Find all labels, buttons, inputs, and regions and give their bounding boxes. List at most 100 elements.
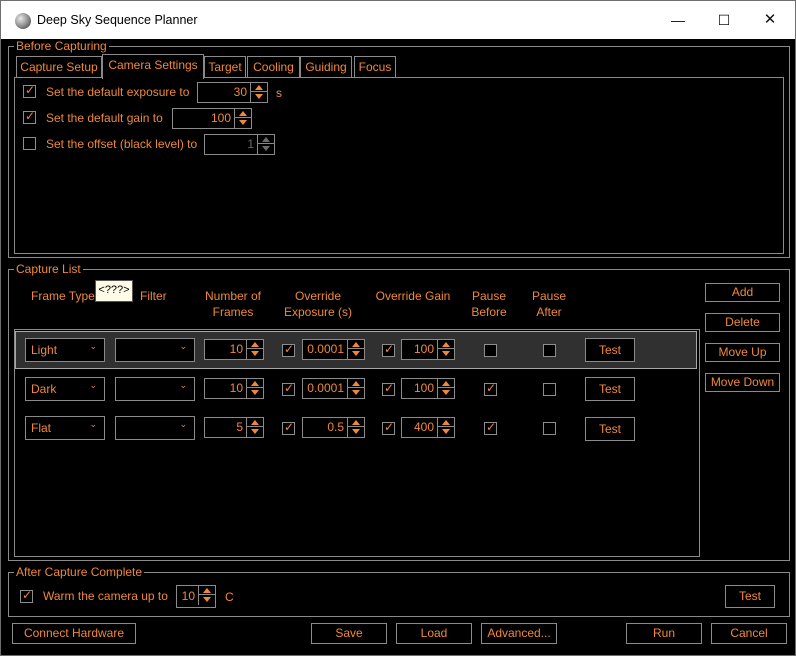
- row-test-button[interactable]: Test: [585, 377, 635, 401]
- chevron-down-icon: ⌄: [89, 420, 97, 430]
- run-button[interactable]: Run: [626, 623, 702, 644]
- spin-down-button[interactable]: [348, 427, 364, 436]
- spin-down-button[interactable]: [258, 144, 274, 153]
- pause-after-checkbox[interactable]: [543, 344, 556, 357]
- checkmark-icon: ✓: [284, 420, 295, 434]
- chevron-down-icon: ⌄: [179, 420, 187, 430]
- frame-count-spinner[interactable]: 10: [204, 339, 264, 360]
- close-button[interactable]: ✕: [747, 1, 793, 39]
- default-exposure-spinner[interactable]: 30: [197, 82, 268, 103]
- spin-down-button[interactable]: [235, 118, 251, 127]
- offset-spinner[interactable]: 1: [204, 134, 275, 155]
- spin-down-button[interactable]: [438, 427, 454, 436]
- spin-down-button[interactable]: [438, 349, 454, 358]
- chevron-up-icon: [251, 381, 259, 386]
- frame-count-spinner[interactable]: 10: [204, 378, 264, 399]
- offset-checkbox[interactable]: [23, 137, 36, 150]
- pause-after-checkbox[interactable]: [543, 422, 556, 435]
- spin-down-button[interactable]: [348, 388, 364, 397]
- minimize-button[interactable]: —: [655, 1, 701, 39]
- spin-down-button[interactable]: [251, 92, 267, 101]
- override-exposure-spinner[interactable]: 0.5: [302, 417, 365, 438]
- override-exposure-value: 0.0001: [307, 381, 344, 395]
- spin-down-button[interactable]: [199, 595, 215, 604]
- maximize-button[interactable]: ☐: [701, 1, 747, 39]
- spin-up-button[interactable]: [438, 379, 454, 388]
- override-exposure-checkbox[interactable]: ✓: [282, 381, 295, 396]
- pause-before-checkbox[interactable]: ✓: [484, 381, 497, 396]
- override-gain-spinner[interactable]: 100: [401, 339, 455, 360]
- warm-camera-spinner[interactable]: 10: [176, 585, 216, 608]
- tab-camera-settings[interactable]: Camera Settings: [102, 54, 204, 79]
- spin-up-button[interactable]: [438, 340, 454, 349]
- override-gain-value: 100: [413, 381, 434, 395]
- spin-down-button[interactable]: [247, 388, 263, 397]
- frame-type-select[interactable]: Light ⌄: [25, 338, 105, 362]
- tab-target[interactable]: Target: [204, 56, 246, 78]
- warm-camera-checkbox[interactable]: ✓: [20, 588, 33, 603]
- filter-select[interactable]: ⌄: [115, 377, 195, 401]
- default-exposure-checkbox[interactable]: ✓: [23, 83, 36, 98]
- frame-type-select[interactable]: Dark ⌄: [25, 377, 105, 401]
- row-test-button[interactable]: Test: [585, 338, 635, 362]
- filter-select[interactable]: ⌄: [115, 338, 195, 362]
- tab-focus[interactable]: Focus: [354, 56, 396, 78]
- checkmark-icon: ✓: [22, 588, 33, 602]
- spin-up-button[interactable]: [258, 135, 274, 144]
- default-exposure-value: 30: [233, 85, 247, 99]
- override-gain-spinner[interactable]: 100: [401, 378, 455, 399]
- spin-up-button[interactable]: [348, 340, 364, 349]
- frame-type-select[interactable]: Flat ⌄: [25, 416, 105, 440]
- override-exposure-spinner[interactable]: 0.0001: [302, 339, 365, 360]
- capture-list-legend: Capture List: [14, 262, 83, 276]
- save-button[interactable]: Save: [311, 623, 387, 644]
- spin-down-button[interactable]: [348, 349, 364, 358]
- delete-button[interactable]: Delete: [705, 313, 780, 332]
- spin-up-button[interactable]: [247, 340, 263, 349]
- spin-up-button[interactable]: [247, 379, 263, 388]
- chevron-up-icon: [262, 137, 270, 142]
- spin-up-button[interactable]: [247, 418, 263, 427]
- tab-capture-setup[interactable]: Capture Setup: [16, 56, 102, 78]
- spin-down-button[interactable]: [247, 349, 263, 358]
- override-gain-checkbox[interactable]: ✓: [382, 381, 395, 396]
- spin-up-button[interactable]: [438, 418, 454, 427]
- override-gain-spinner[interactable]: 400: [401, 417, 455, 438]
- header-pause-before: Pause Before: [471, 289, 507, 319]
- pause-before-checkbox[interactable]: [484, 344, 497, 357]
- override-exposure-spinner[interactable]: 0.0001: [302, 378, 365, 399]
- spin-up-button[interactable]: [251, 83, 267, 92]
- spin-down-button[interactable]: [247, 427, 263, 436]
- spin-down-button[interactable]: [438, 388, 454, 397]
- add-button[interactable]: Add: [705, 283, 780, 302]
- override-exposure-checkbox[interactable]: ✓: [282, 420, 295, 435]
- spin-up-button[interactable]: [348, 418, 364, 427]
- move-down-button[interactable]: Move Down: [705, 373, 780, 392]
- checkmark-icon: ✓: [384, 342, 395, 356]
- spin-up-button[interactable]: [199, 586, 215, 595]
- frame-count-spinner[interactable]: 5: [204, 417, 264, 438]
- spin-up-button[interactable]: [348, 379, 364, 388]
- tab-guiding[interactable]: Guiding: [300, 56, 352, 78]
- tooltip-popup: <???>: [95, 280, 133, 302]
- pause-after-checkbox[interactable]: [543, 383, 556, 396]
- pause-before-checkbox[interactable]: ✓: [484, 420, 497, 435]
- checkmark-icon: ✓: [284, 342, 295, 356]
- warm-test-button[interactable]: Test: [725, 585, 775, 608]
- connect-hardware-button[interactable]: Connect Hardware: [12, 623, 136, 644]
- move-up-button[interactable]: Move Up: [705, 343, 780, 362]
- tab-cooling[interactable]: Cooling: [247, 56, 300, 78]
- default-gain-spinner[interactable]: 100: [172, 108, 252, 129]
- spin-up-button[interactable]: [235, 109, 251, 118]
- override-exposure-checkbox[interactable]: ✓: [282, 342, 295, 357]
- cancel-button[interactable]: Cancel: [711, 623, 787, 644]
- load-button[interactable]: Load: [396, 623, 472, 644]
- header-override-gain: Override Gain: [375, 289, 451, 303]
- override-gain-checkbox[interactable]: ✓: [382, 342, 395, 357]
- chevron-down-icon: [352, 390, 360, 395]
- row-test-button[interactable]: Test: [585, 417, 635, 441]
- override-gain-checkbox[interactable]: ✓: [382, 420, 395, 435]
- default-gain-checkbox[interactable]: ✓: [23, 109, 36, 124]
- advanced-button[interactable]: Advanced...: [481, 623, 557, 644]
- filter-select[interactable]: ⌄: [115, 416, 195, 440]
